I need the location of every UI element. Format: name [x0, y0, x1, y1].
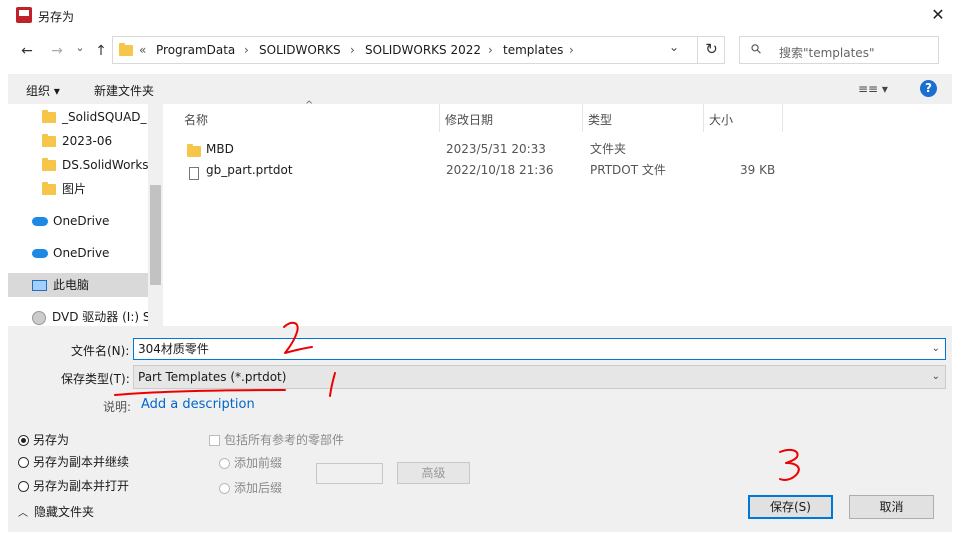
annotation-mark-3: [779, 448, 800, 481]
annotation-underline: [114, 389, 286, 396]
red-annotation-overlay: [114, 321, 800, 481]
annotation-mark-2: [283, 321, 313, 354]
annotation-mark-1: [329, 372, 336, 397]
